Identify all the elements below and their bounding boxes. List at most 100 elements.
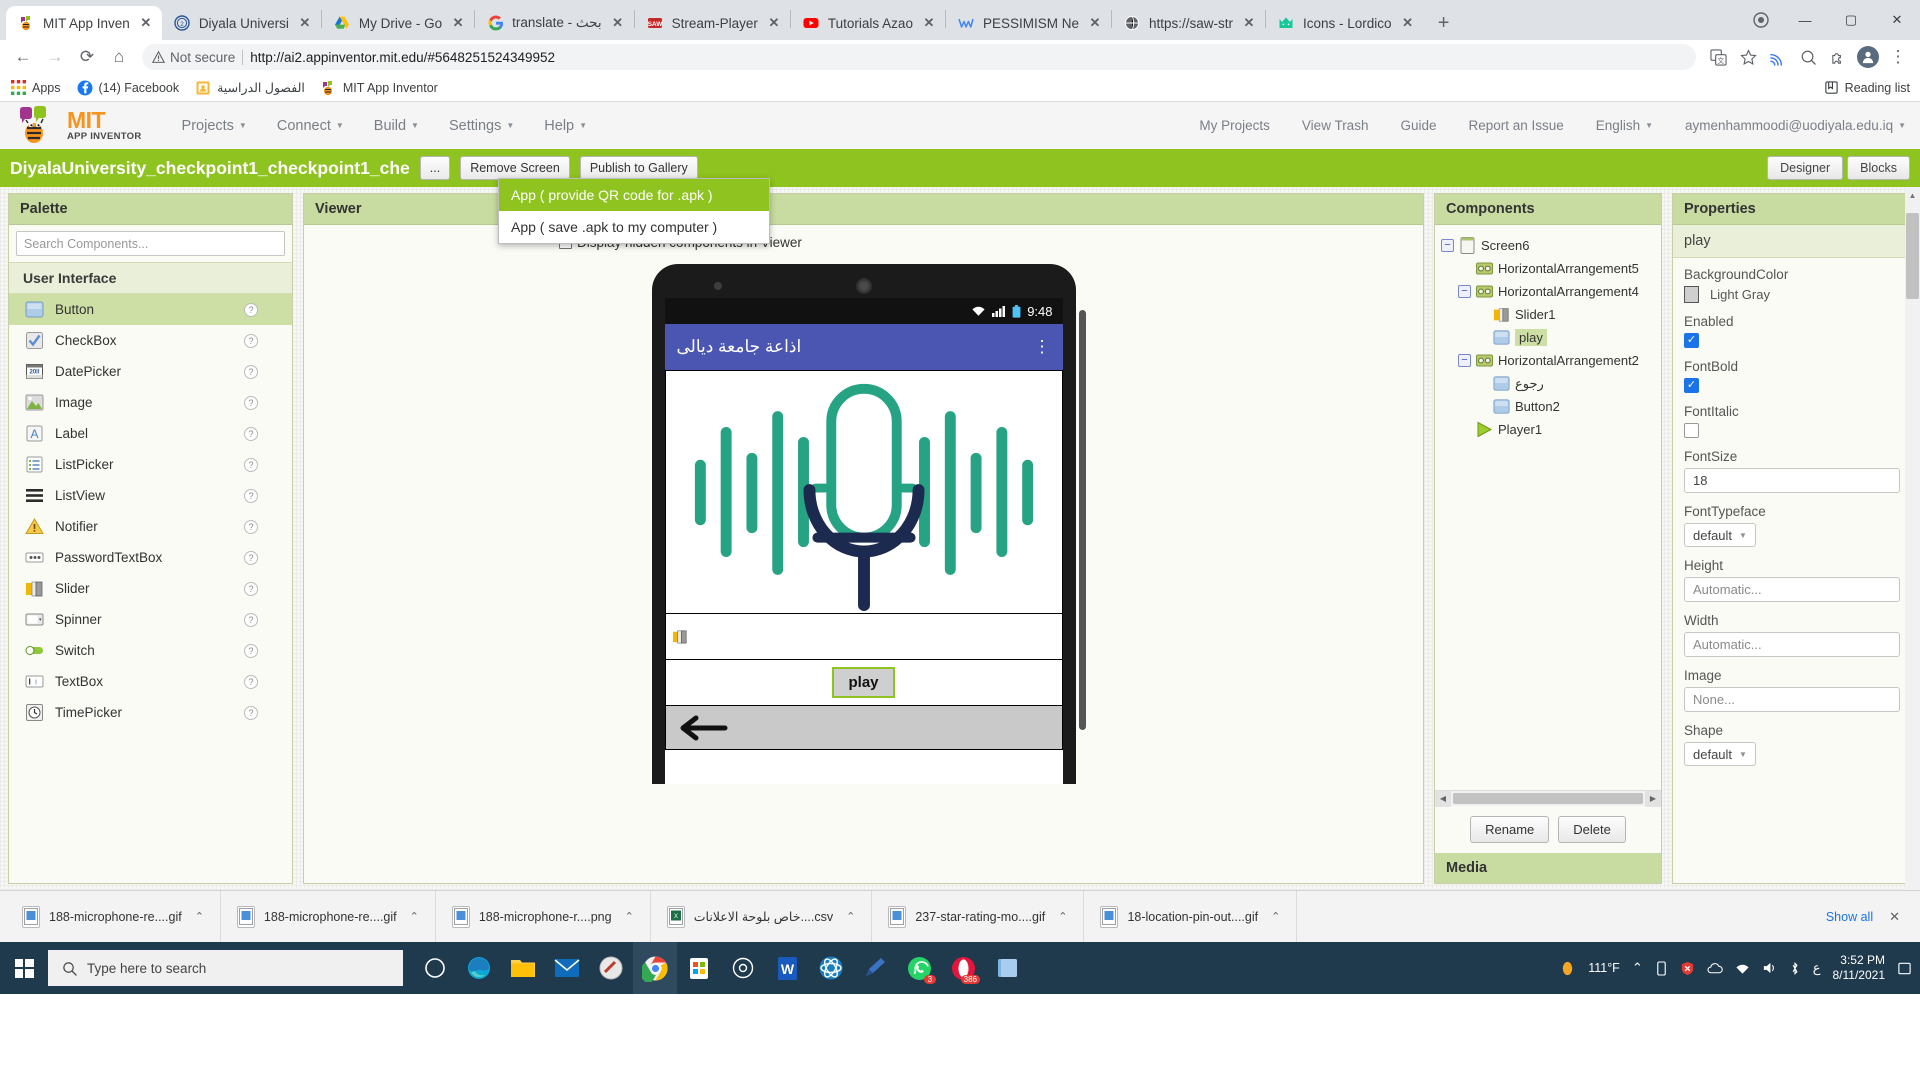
- help-icon[interactable]: ?: [244, 551, 258, 565]
- palette-item-passwordtextbox[interactable]: PasswordTextBox?: [9, 542, 292, 573]
- ai-menu-build[interactable]: Build▼: [374, 118, 419, 134]
- help-icon[interactable]: ?: [244, 675, 258, 689]
- help-icon[interactable]: ?: [244, 520, 258, 534]
- blocks-tab[interactable]: Blocks: [1847, 156, 1910, 180]
- forward-icon[interactable]: →: [40, 42, 70, 72]
- palette-section-user-interface[interactable]: User Interface: [9, 262, 292, 294]
- browser-tab-0[interactable]: MIT App Inven✕: [6, 6, 162, 40]
- taskbar-microsoft-store-icon[interactable]: [677, 942, 721, 994]
- palette-item-datepicker[interactable]: 20llDatePicker?: [9, 356, 292, 387]
- tab-close-icon[interactable]: ✕: [766, 15, 782, 31]
- mit-app-inventor-logo[interactable]: MIT APP INVENTOR: [14, 106, 142, 146]
- slider-component[interactable]: [665, 614, 1063, 660]
- remove-screen-button[interactable]: Remove Screen: [460, 156, 570, 180]
- browser-tab-1[interactable]: 2Diyala Universi✕: [162, 6, 321, 40]
- help-icon[interactable]: ?: [244, 334, 258, 348]
- property-input-Width[interactable]: Automatic...: [1684, 632, 1900, 657]
- help-icon[interactable]: ?: [244, 458, 258, 472]
- chevron-up-icon[interactable]: ⌃: [1632, 960, 1643, 976]
- browser-tab-6[interactable]: PESSIMISM Ne✕: [946, 6, 1111, 40]
- property-color-BackgroundColor[interactable]: Light Gray: [1684, 286, 1900, 303]
- windows-start-icon[interactable]: [0, 942, 48, 994]
- download-item-0[interactable]: 188-microphone-re....gif⌃: [6, 891, 221, 942]
- taskbar-search-input[interactable]: Type here to search: [48, 950, 403, 986]
- property-input-Image[interactable]: None...: [1684, 687, 1900, 712]
- reload-icon[interactable]: ⟳: [72, 42, 102, 72]
- help-icon[interactable]: ?: [244, 644, 258, 658]
- taskbar-folder-icon[interactable]: [985, 942, 1029, 994]
- taskbar-chrome-icon[interactable]: [633, 942, 677, 994]
- download-item-3[interactable]: Xخاص بلوحة الاعلانات....csv⌃: [651, 891, 873, 942]
- tree-node-رجوع[interactable]: رجوع: [1441, 372, 1655, 395]
- ai-menu-help[interactable]: Help▼: [544, 118, 587, 134]
- close-button[interactable]: ✕: [1874, 0, 1920, 40]
- chevron-up-icon[interactable]: ⌃: [846, 910, 855, 923]
- translate-icon[interactable]: 文: [1704, 43, 1732, 71]
- bookmark-2[interactable]: الفصول الدراسية: [195, 80, 305, 96]
- chevron-up-icon[interactable]: ⌃: [1058, 910, 1067, 923]
- help-icon[interactable]: ?: [244, 396, 258, 410]
- page-scrollbar[interactable]: ▲: [1905, 187, 1920, 890]
- url-text[interactable]: http://ai2.appinventor.mit.edu/#56482515…: [250, 50, 555, 65]
- collapse-icon[interactable]: −: [1458, 285, 1471, 298]
- tab-search-icon[interactable]: [1794, 43, 1822, 71]
- delete-button[interactable]: Delete: [1558, 816, 1626, 843]
- maximize-button[interactable]: ▢: [1828, 0, 1874, 40]
- taskbar-atom-icon[interactable]: [809, 942, 853, 994]
- star-icon[interactable]: [1734, 43, 1762, 71]
- back-icon[interactable]: ←: [8, 42, 38, 72]
- palette-item-image[interactable]: Image?: [9, 387, 292, 418]
- ai-right-item-5[interactable]: aymenhammoodi@uodiyala.edu.iq▼: [1685, 118, 1906, 133]
- palette-item-listview[interactable]: ListView?: [9, 480, 292, 511]
- palette-item-checkbox[interactable]: CheckBox?: [9, 325, 292, 356]
- ai-right-item-4[interactable]: English▼: [1596, 118, 1653, 133]
- taskbar-edge-icon[interactable]: [457, 942, 501, 994]
- page-scroll-thumb[interactable]: [1906, 213, 1919, 299]
- show-all-downloads-button[interactable]: Show all: [1826, 910, 1873, 924]
- tab-close-icon[interactable]: ✕: [610, 15, 626, 31]
- ai-right-item-2[interactable]: Guide: [1400, 118, 1436, 133]
- tree-node-HorizontalArrangement4[interactable]: −HorizontalArrangement4: [1441, 280, 1655, 303]
- onedrive-icon[interactable]: [1707, 962, 1723, 975]
- back-arrow-icon[interactable]: [680, 713, 728, 743]
- browser-tab-3[interactable]: translate - بحث✕: [475, 6, 634, 40]
- build-menu-item-apk[interactable]: App ( save .apk to my computer ): [499, 211, 769, 243]
- weather-icon[interactable]: [1559, 960, 1576, 977]
- collapse-icon[interactable]: −: [1441, 239, 1454, 252]
- palette-item-switch[interactable]: Switch?: [9, 635, 292, 666]
- tree-node-Slider1[interactable]: Slider1: [1441, 303, 1655, 326]
- home-icon[interactable]: ⌂: [104, 42, 134, 72]
- download-item-4[interactable]: 237-star-rating-mo....gif⌃: [872, 891, 1084, 942]
- address-bar[interactable]: Not secure http://ai2.appinventor.mit.ed…: [142, 44, 1696, 70]
- property-select-FontTypeface[interactable]: default▼: [1684, 523, 1756, 547]
- microphone-image-component[interactable]: [665, 370, 1063, 614]
- browser-tab-8[interactable]: Icons - Lordico✕: [1266, 6, 1424, 40]
- browser-tab-2[interactable]: My Drive - Go✕: [322, 6, 474, 40]
- page-scroll-up-icon[interactable]: ▲: [1905, 187, 1920, 203]
- browser-menu-icon[interactable]: ⋮: [1884, 43, 1912, 71]
- tab-close-icon[interactable]: ✕: [450, 15, 466, 31]
- back-button-container[interactable]: [665, 706, 1063, 750]
- taskbar-clock[interactable]: 3:52 PM 8/11/2021: [1833, 953, 1886, 983]
- rename-button[interactable]: Rename: [1470, 816, 1549, 843]
- chevron-up-icon[interactable]: ⌃: [410, 910, 419, 923]
- tree-node-Button2[interactable]: Button2: [1441, 395, 1655, 418]
- help-icon[interactable]: ?: [244, 489, 258, 503]
- download-item-1[interactable]: 188-microphone-re....gif⌃: [221, 891, 436, 942]
- palette-item-listpicker[interactable]: ListPicker?: [9, 449, 292, 480]
- search-input[interactable]: Search Components...: [16, 231, 285, 256]
- taskbar-word-icon[interactable]: W: [765, 942, 809, 994]
- scroll-thumb[interactable]: [1453, 793, 1643, 804]
- cast-icon[interactable]: [1764, 43, 1792, 71]
- ai-right-item-3[interactable]: Report an Issue: [1468, 118, 1563, 133]
- scroll-right-icon[interactable]: ▶: [1645, 791, 1661, 807]
- bluetooth-icon[interactable]: [1789, 961, 1801, 976]
- tree-node-HorizontalArrangement5[interactable]: HorizontalArrangement5: [1441, 257, 1655, 280]
- palette-item-timepicker[interactable]: TimePicker?: [9, 697, 292, 728]
- tree-node-Screen6[interactable]: −Screen6: [1441, 234, 1655, 257]
- property-select-Shape[interactable]: default▼: [1684, 742, 1756, 766]
- color-swatch[interactable]: [1684, 286, 1699, 303]
- new-tab-button[interactable]: +: [1430, 9, 1458, 37]
- ime-icon[interactable]: ع: [1813, 960, 1821, 976]
- help-icon[interactable]: ?: [244, 427, 258, 441]
